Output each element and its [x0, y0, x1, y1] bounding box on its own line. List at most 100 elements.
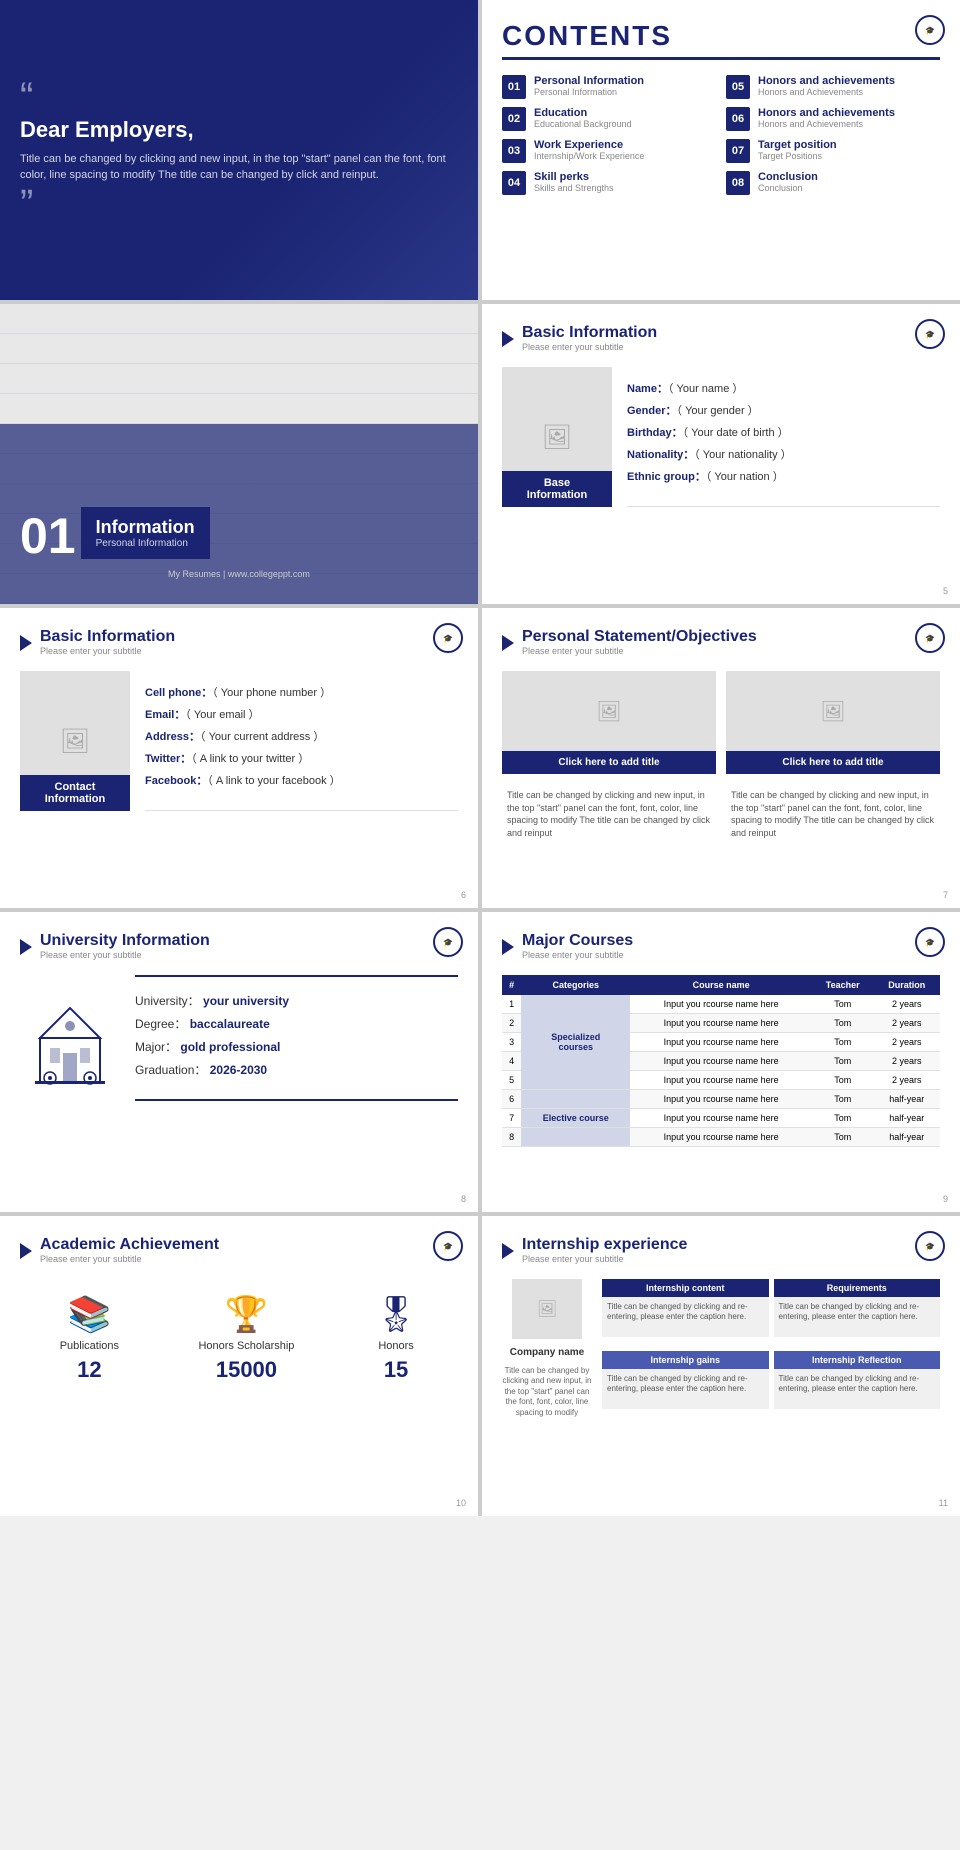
slide-cover: “ Dear Employers, Title can be changed b…: [0, 0, 478, 300]
table-header-course: Course name: [630, 975, 812, 995]
contents-item-07: 07 Target position Target Positions: [726, 139, 940, 163]
table-header-num: #: [502, 975, 521, 995]
statement-title: Personal Statement/Objectives: [522, 628, 757, 646]
internship-content-body: Title can be changed by clicking and re-…: [602, 1297, 769, 1337]
contact-card: 🖼 ContactInformation Cell phone：（ Your p…: [20, 671, 458, 811]
contact-photo-box: 🖼 ContactInformation: [20, 671, 130, 811]
contents-sub-07: Target Positions: [758, 151, 837, 161]
table-row: 7 Elective course Input you rcourse name…: [502, 1109, 940, 1128]
slide-statement: Personal Statement/Objectives Please ent…: [482, 608, 960, 908]
statement-card-1: 🖼 Click here to add title: [502, 671, 716, 774]
uni-major: Major： gold professional: [135, 1038, 458, 1055]
contents-num-03: 03: [502, 139, 526, 163]
slide-contact: Basic Information Please enter your subt…: [0, 608, 478, 908]
university-title: University Information: [40, 932, 210, 950]
contents-title-06: Honors and achievements: [758, 107, 895, 119]
requirements-body: Title can be changed by clicking and re-…: [774, 1297, 941, 1337]
contents-divider: [502, 57, 940, 60]
quote-close-icon: ”: [20, 184, 458, 224]
contents-item-05: 05 Honors and achievements Honors and Ac…: [726, 75, 940, 99]
honors-icon: 🎖: [374, 1294, 418, 1335]
slide-university: University Information Please enter your…: [0, 912, 478, 1212]
page-num-11: 11: [939, 1498, 948, 1508]
info-nationality: Nationality：（ Your nationality ）: [627, 446, 940, 462]
photo-placeholder-icon: 🖼: [542, 423, 572, 452]
info-gender: Gender：（ Your gender ）: [627, 402, 940, 418]
stat-scholarship: 🏆 Honors Scholarship 15000: [198, 1294, 294, 1383]
contents-title-05: Honors and achievements: [758, 75, 895, 87]
university-icon: [20, 988, 120, 1088]
table-header-duration: Duration: [874, 975, 940, 995]
table-header-teacher: Teacher: [812, 975, 874, 995]
internship-reflection-card: Internship Reflection Title can be chang…: [774, 1351, 941, 1418]
contents-sub-04: Skills and Strengths: [534, 183, 614, 193]
contact-photo-icon: 🖼: [60, 727, 90, 756]
logo-icon-9: 🎓: [433, 1231, 463, 1261]
section-arrow-statement-icon: [502, 635, 514, 651]
courses-header: Major Courses Please enter your subtitle…: [502, 932, 940, 960]
university-content: University： your university Degree： bacc…: [20, 975, 458, 1101]
logo-icon-3: 🎓: [915, 319, 945, 349]
contents-item-06: 06 Honors and achievements Honors and Ac…: [726, 107, 940, 131]
contents-heading: CONTENTS: [502, 20, 940, 52]
courses-table: # Categories Course name Teacher Duratio…: [502, 975, 940, 1147]
academic-sub: Please enter your subtitle: [40, 1254, 219, 1264]
company-desc: Title can be changed by clicking and new…: [502, 1366, 592, 1418]
info-facebook: Facebook：（ A link to your facebook ）: [145, 772, 458, 788]
table-row: 1 Specializedcourses Input you rcourse n…: [502, 995, 940, 1014]
honors-label: Honors: [378, 1340, 413, 1352]
requirements-card: Requirements Title can be changed by cli…: [774, 1279, 941, 1346]
info-phone: Cell phone：（ Your phone number ）: [145, 684, 458, 700]
internship-content: 🖼 Company name Title can be changed by c…: [502, 1279, 940, 1418]
contents-grid: 01 Personal Information Personal Informa…: [502, 75, 940, 195]
internship-gains-card: Internship gains Title can be changed by…: [602, 1351, 769, 1418]
university-info: University： your university Degree： bacc…: [135, 975, 458, 1101]
logo-icon-5: 🎓: [433, 623, 463, 653]
contents-sub-08: Conclusion: [758, 183, 818, 193]
contents-title-02: Education: [534, 107, 632, 119]
company-img: 🖼: [512, 1279, 582, 1339]
info-twitter: Twitter：（ A link to your twitter ）: [145, 750, 458, 766]
basic-info-header: Basic Information Please enter your subt…: [502, 324, 940, 352]
logo-icon-10: 🎓: [915, 1231, 945, 1261]
contents-num-04: 04: [502, 171, 526, 195]
contents-title-03: Work Experience: [534, 139, 644, 151]
courses-sub: Please enter your subtitle: [522, 950, 633, 960]
internship-reflection-title: Internship Reflection: [774, 1351, 941, 1369]
contents-item-08: 08 Conclusion Conclusion: [726, 171, 940, 195]
contents-item-02: 02 Education Educational Background: [502, 107, 716, 131]
internship-gains-body: Title can be changed by clicking and re-…: [602, 1369, 769, 1409]
contents-sub-03: Internship/Work Experience: [534, 151, 644, 161]
contact-photo-label: ContactInformation: [20, 775, 130, 811]
logo-icon-7: 🎓: [433, 927, 463, 957]
slide-academic: Academic Achievement Please enter your s…: [0, 1216, 478, 1516]
contents-sub-02: Educational Background: [534, 119, 632, 129]
statement-header: Personal Statement/Objectives Please ent…: [502, 628, 940, 656]
slide-basic-info: Basic Information Please enter your subt…: [482, 304, 960, 604]
profile-photo-box: 🖼 BaseInformation: [502, 367, 612, 507]
slide-internship: Internship experience Please enter your …: [482, 1216, 960, 1516]
info-birthday: Birthday：（ Your date of birth ）: [627, 424, 940, 440]
slide-01-website: My Resumes | www.collegeppt.com: [20, 564, 458, 584]
publications-label: Publications: [60, 1340, 119, 1352]
statement-img-1: 🖼: [502, 671, 716, 751]
scholarship-label: Honors Scholarship: [198, 1340, 294, 1352]
internship-gains-title: Internship gains: [602, 1351, 769, 1369]
basic-info-sub: Please enter your subtitle: [522, 342, 657, 352]
internship-title: Internship experience: [522, 1236, 687, 1254]
info-address: Address：（ Your current address ）: [145, 728, 458, 744]
contact-header: Basic Information Please enter your subt…: [20, 628, 458, 656]
contents-sub-06: Honors and Achievements: [758, 119, 895, 129]
slide-01-subtitle: Personal Information: [96, 538, 195, 549]
logo-icon: 🎓: [915, 15, 945, 45]
contact-title: Basic Information: [40, 628, 175, 646]
section-arrow-internship-icon: [502, 1243, 514, 1259]
page-num-5: 5: [943, 586, 948, 596]
section-arrow-academic-icon: [20, 1243, 32, 1259]
publications-value: 12: [77, 1357, 101, 1383]
info-ethnic: Ethnic group：（ Your nation ）: [627, 468, 940, 484]
courses-title: Major Courses: [522, 932, 633, 950]
info-email: Email：（ Your email ）: [145, 706, 458, 722]
section-arrow-icon: [502, 331, 514, 347]
statement-card-2-title: Click here to add title: [726, 751, 940, 774]
